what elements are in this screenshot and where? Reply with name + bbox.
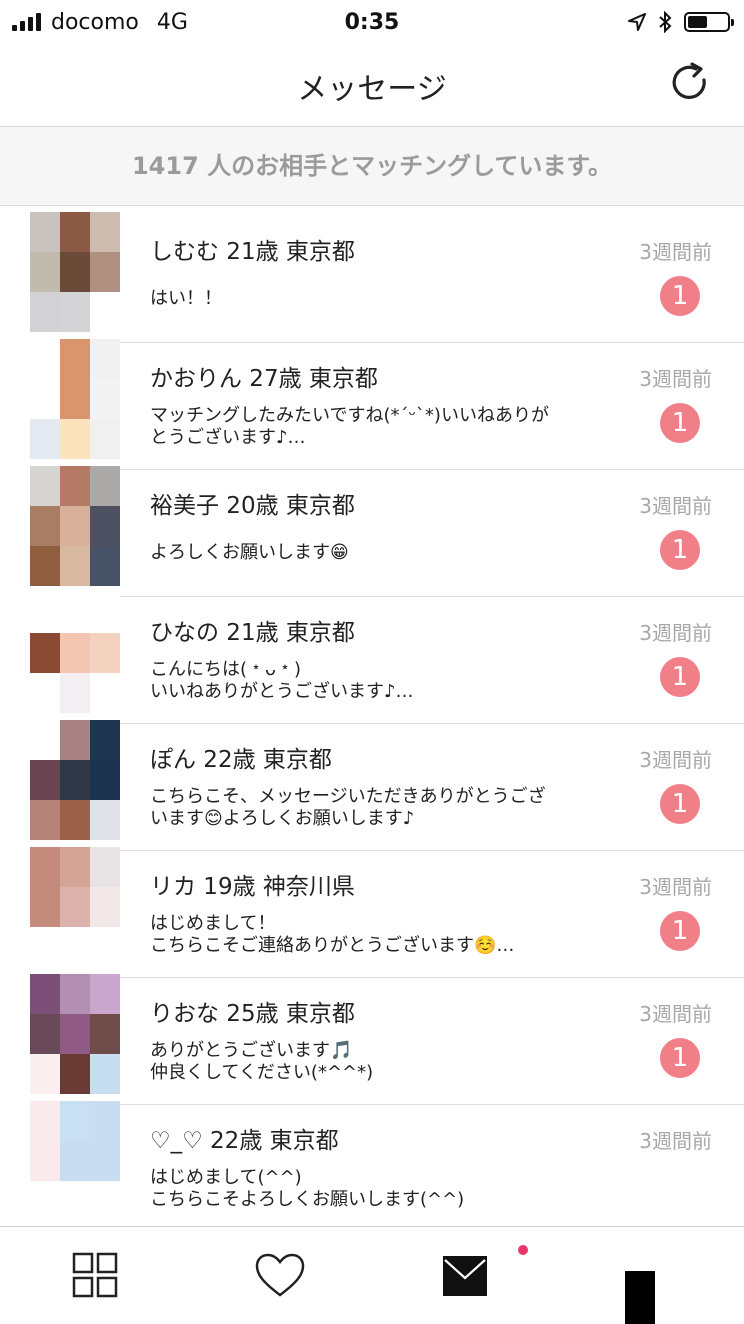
network-label: 4G [156,9,188,35]
conversation-row[interactable]: かおりん 27歳 東京都 3週間前マッチングしたみたいですね(*´ᵕ`*)いいねあ… [0,339,744,470]
conversation-time: 3週間前 [639,367,712,391]
conversation-message: こんにちは(﹡ᴗ﹡) いいねありがとうございます♪… [150,659,414,702]
conversation-time: 3週間前 [639,1129,712,1153]
unread-badge: 1 [660,403,700,443]
conversation-row[interactable]: りおな 25歳 東京都 3週間前ありがとうございます🎵 仲良くしてください(*^^… [0,974,744,1105]
refresh-icon[interactable] [668,60,714,106]
unread-badge: 1 [660,1038,700,1078]
status-right [628,11,744,33]
conversation-list: しむむ 21歳 東京都 3週間前 はい！！ 1 かおりん 27歳 東京都 3週間前 マッチン… [0,212,744,1232]
profile-icon[interactable] [625,1271,655,1324]
unread-badge: 1 [660,530,700,570]
signal-icon [12,13,41,31]
conversation-name: しむむ 21歳 東京都 [150,239,355,265]
conversation-name: ♡_♡ 22歳 東京都 [150,1128,339,1154]
conversation-time: 3週間前 [639,494,712,518]
avatar[interactable] [30,1101,120,1221]
conversation-message: マッチングしたみたいですね(*´ᵕ`*)いいねありが とうございます♪… [150,405,549,448]
unread-badge: 1 [660,784,700,824]
conversation-time: 3週間前 [639,875,712,899]
battery-icon [684,12,734,32]
conversation-message: ありがとうございます🎵 仲良くしてください(*^^*) [150,1040,374,1083]
conversation-name: 裕美子 20歳 東京都 [150,493,355,519]
conversation-row[interactable]: ♡_♡ 22歳 東京都 3週間前はじめまして(^^) こちらこそよろしくお願いしま… [0,1101,744,1232]
conversation-row[interactable]: ひなの 21歳 東京都 3週間前こんにちは(﹡ᴗ﹡) いいねありがとうございます♪… [0,593,744,724]
avatar[interactable] [30,974,120,1094]
tab-bar [0,1226,744,1324]
conversation-message: はい！！ [150,288,222,309]
avatar[interactable] [30,339,120,459]
match-count-banner: 1417 人のお相手とマッチングしています。 [0,127,744,206]
conversation-name: かおりん 27歳 東京都 [150,366,378,392]
status-bar: docomo 4G 0:35 [0,0,744,44]
conversation-message: こちらこそ、メッセージいただきありがとうござ います😊よろしくお願いします♪ [150,786,546,829]
unread-badge: 1 [660,911,700,951]
conversation-time: 3週間前 [639,621,712,645]
avatar[interactable] [30,720,120,840]
bluetooth-icon [659,11,672,33]
avatar[interactable] [30,593,120,713]
carrier-label: docomo [51,9,139,35]
conversation-time: 3週間前 [639,1002,712,1026]
conversation-row[interactable]: しむむ 21歳 東京都 3週間前はい！！ 1 [0,212,744,343]
conversation-name: ひなの 21歳 東京都 [150,620,355,646]
battery-fill [688,16,707,28]
notification-dot [518,1245,528,1255]
unread-badge: 1 [660,276,700,316]
heart-icon[interactable] [254,1251,306,1301]
grid-icon[interactable] [70,1251,122,1301]
page-title: メッセージ [297,72,447,107]
conversation-name: リカ 19歳 神奈川県 [150,874,355,900]
conversation-row[interactable]: ぽん 22歳 東京都 3週間前こちらこそ、メッセージいただきありがとうござ います… [0,720,744,851]
conversation-message: はじめまして！ こちらこそご連絡ありがとうございます☺️… [150,913,515,956]
conversation-row[interactable]: リカ 19歳 神奈川県 3週間前はじめまして！ こちらこそご連絡ありがとうございま… [0,847,744,978]
avatar[interactable] [30,466,120,586]
mail-icon[interactable] [440,1251,492,1301]
location-icon [628,13,646,31]
conversation-time: 3週間前 [639,748,712,772]
conversation-message: よろしくお願いします😁 [150,542,349,563]
conversation-name: りおな 25歳 東京都 [150,1001,355,1027]
avatar[interactable] [30,212,120,332]
conversation-name: ぽん 22歳 東京都 [150,747,332,773]
status-left: docomo 4G [0,10,188,35]
conversation-time: 3週間前 [639,240,712,264]
avatar[interactable] [30,847,120,967]
unread-badge: 1 [660,657,700,697]
conversation-message: はじめまして(^^) こちらこそよろしくお願いします(^^) [150,1167,465,1210]
conversation-row[interactable]: 裕美子 20歳 東京都 3週間前よろしくお願いします😁 1 [0,466,744,597]
nav-bar: メッセージ [0,44,744,127]
